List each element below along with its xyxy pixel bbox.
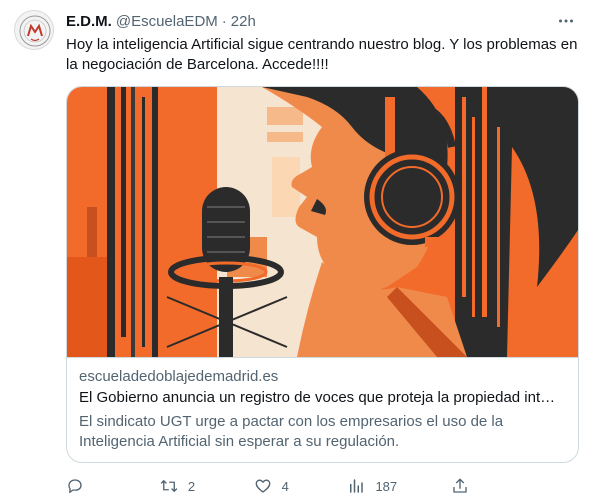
card-description: El sindicato UGT urge a pactar con los e… <box>79 413 504 450</box>
share-icon <box>453 478 467 493</box>
heart-icon <box>255 479 271 493</box>
action-bar: 2 4 187 <box>66 476 491 496</box>
author-name[interactable]: E.D.M. <box>66 13 112 30</box>
like-count: 4 <box>281 478 289 494</box>
more-horizontal-icon <box>559 19 573 23</box>
avatar[interactable] <box>14 10 54 50</box>
retweet-button[interactable]: 2 <box>160 477 200 495</box>
more-options-button[interactable] <box>554 9 578 33</box>
separator: · <box>221 12 227 30</box>
tweet[interactable]: E.D.M. @EscuelaEDM · 22h Hoy la intelige… <box>0 0 598 504</box>
reply-button[interactable] <box>66 477 106 495</box>
retweet-icon <box>160 480 177 492</box>
tweet-text: Hoy la inteligencia Artificial sigue cen… <box>66 36 578 73</box>
school-logo-icon <box>19 15 51 47</box>
card-image[interactable] <box>67 87 579 357</box>
share-button[interactable] <box>451 477 491 495</box>
views-count: 187 <box>375 478 398 494</box>
tweet-time[interactable]: 22h <box>231 13 256 30</box>
views-button[interactable]: 187 <box>347 477 397 495</box>
card-domain: escueladedoblajedemadrid.es <box>79 368 279 385</box>
tweet-header: E.D.M. @EscuelaEDM · 22h <box>66 11 578 31</box>
views-chart-icon <box>350 479 364 493</box>
author-handle[interactable]: @EscuelaEDM <box>116 13 218 30</box>
retweet-count: 2 <box>187 478 196 494</box>
like-button[interactable]: 4 <box>254 477 294 495</box>
reply-icon <box>68 479 82 494</box>
card-text-area[interactable]: escueladedoblajedemadrid.es El Gobierno … <box>67 357 578 452</box>
link-card[interactable]: escueladedoblajedemadrid.es El Gobierno … <box>66 86 579 463</box>
card-title: El Gobierno anuncia un registro de voces… <box>79 389 556 406</box>
